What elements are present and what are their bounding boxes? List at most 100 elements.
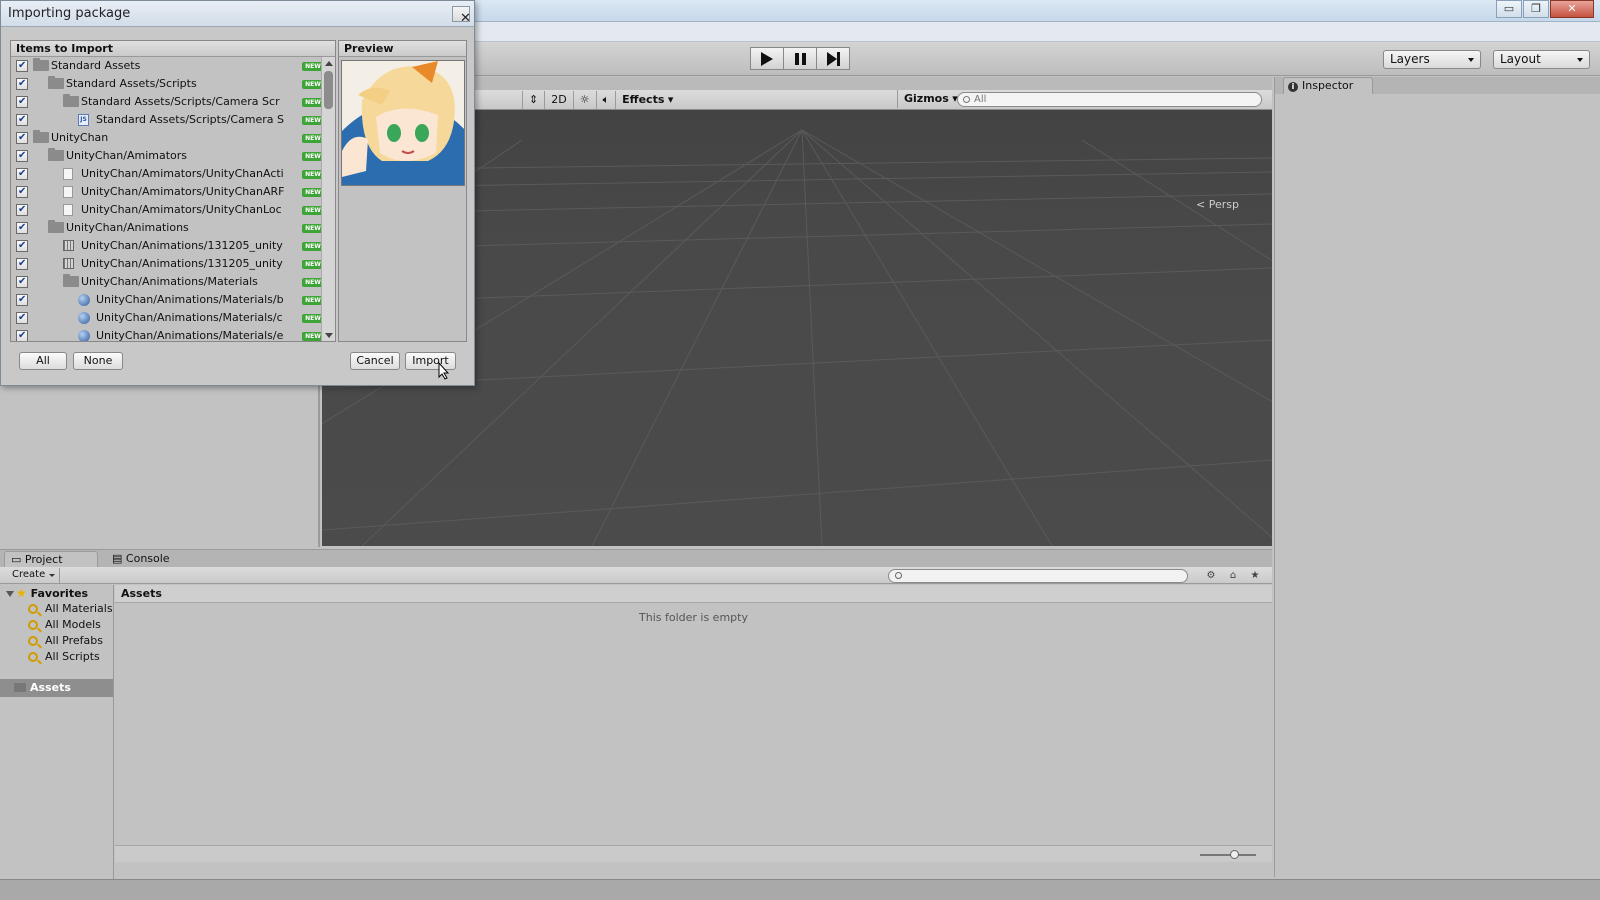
include-checkbox[interactable]	[16, 93, 28, 111]
include-checkbox[interactable]	[16, 255, 28, 273]
include-checkbox[interactable]	[16, 111, 28, 129]
import-item-label: UnityChan/Animations/Materials/b	[96, 293, 284, 306]
tree-item-assets[interactable]: Assets	[0, 679, 113, 697]
cancel-button[interactable]: Cancel	[350, 352, 400, 370]
scene-lighting-toggle[interactable]: ☼	[572, 90, 596, 109]
import-item-row[interactable]: UnityChan/Amimators/UnityChanARFNEW	[11, 183, 335, 201]
filter-by-label-icon[interactable]: ⌂	[1224, 569, 1242, 582]
folder-icon	[48, 220, 64, 233]
include-checkbox[interactable]	[16, 183, 28, 201]
include-checkbox[interactable]	[16, 309, 28, 327]
scene-audio-toggle[interactable]: 🔈︎	[595, 90, 616, 109]
favorites-label: Favorites	[30, 587, 89, 600]
layout-dropdown[interactable]: Layout	[1493, 50, 1590, 69]
scroll-thumb[interactable]	[324, 71, 333, 109]
import-item-row[interactable]: JSStandard Assets/Scripts/Camera SNEW	[11, 111, 335, 129]
import-item-row[interactable]: UnityChan/Animations/MaterialsNEW	[11, 273, 335, 291]
import-item-row[interactable]: UnityChan/AmimatorsNEW	[11, 147, 335, 165]
folder-icon	[14, 683, 26, 692]
import-item-label: UnityChan/Amimators/UnityChanARF	[81, 185, 285, 198]
include-checkbox[interactable]	[16, 165, 28, 183]
create-dropdown[interactable]: Create	[6, 568, 61, 583]
speaker-icon: 🔈︎	[602, 92, 610, 106]
material-icon	[78, 330, 90, 341]
tab-console-label: Console	[125, 552, 170, 565]
project-toolbar: Create ⚙ ⌂ ★	[0, 567, 1272, 584]
inspector-tabbar: i Inspector	[1275, 77, 1600, 94]
items-scrollbar[interactable]	[321, 57, 335, 341]
folder-icon: ▭	[11, 553, 22, 566]
import-item-row[interactable]: Standard Assets/ScriptsNEW	[11, 75, 335, 93]
package-preview-image	[341, 60, 465, 186]
dialog-title: Importing package	[8, 6, 131, 21]
layers-dropdown[interactable]: Layers	[1383, 50, 1481, 69]
playback-controls	[750, 47, 850, 70]
include-checkbox[interactable]	[16, 291, 28, 309]
search-icon	[28, 636, 38, 646]
favorite-item[interactable]: All Materials	[0, 601, 113, 617]
import-item-row[interactable]: UnityChan/Amimators/UnityChanActiNEW	[11, 165, 335, 183]
maximize-button[interactable]: ❐	[1523, 0, 1549, 18]
import-item-row[interactable]: UnityChan/Animations/131205_unityNEW	[11, 237, 335, 255]
import-item-label: UnityChan/Animations/131205_unity	[81, 239, 283, 252]
include-checkbox[interactable]	[16, 147, 28, 165]
favorite-star-icon[interactable]: ★	[1246, 569, 1264, 582]
import-item-label: UnityChan	[51, 131, 109, 144]
pause-button[interactable]	[783, 47, 817, 70]
close-icon: ✕	[460, 11, 471, 26]
tab-console[interactable]: ▤ Console	[106, 551, 176, 567]
favorite-item[interactable]: All Prefabs	[0, 633, 113, 649]
import-item-row[interactable]: Standard AssetsNEW	[11, 57, 335, 75]
favorites-header[interactable]: ★ Favorites	[0, 585, 113, 601]
import-item-row[interactable]: UnityChan/Animations/Materials/bNEW	[11, 291, 335, 309]
import-item-row[interactable]: UnityChan/Animations/Materials/cNEW	[11, 309, 335, 327]
project-panel: ▭ Project ▤ Console Create ⚙ ⌂ ★ ★ Favor…	[0, 549, 1272, 880]
minimize-button[interactable]: ▭	[1496, 0, 1522, 18]
tab-project[interactable]: ▭ Project	[4, 551, 98, 567]
mode-2d-toggle[interactable]: 2D	[544, 90, 572, 109]
step-button[interactable]	[816, 47, 850, 70]
play-button[interactable]	[750, 47, 784, 70]
filter-by-type-icon[interactable]: ⚙	[1202, 569, 1220, 582]
search-icon	[28, 620, 38, 630]
scene-search-input[interactable]: All	[957, 92, 1262, 107]
scroll-down-icon[interactable]	[325, 333, 333, 338]
star-icon: ★	[16, 586, 27, 600]
import-item-row[interactable]: UnityChan/AnimationsNEW	[11, 219, 335, 237]
slider-handle[interactable]	[1230, 850, 1239, 859]
include-checkbox[interactable]	[16, 273, 28, 291]
gizmos-dropdown[interactable]: Gizmos ▾	[897, 90, 964, 108]
favorite-item[interactable]: All Scripts	[0, 649, 113, 665]
include-checkbox[interactable]	[16, 237, 28, 255]
dialog-close-button[interactable]: ✕	[452, 6, 471, 26]
import-item-row[interactable]: Standard Assets/Scripts/Camera ScrNEW	[11, 93, 335, 111]
tab-inspector[interactable]: i Inspector	[1283, 77, 1373, 94]
render-mode-dropdown[interactable]: ⇕	[522, 90, 544, 109]
include-checkbox[interactable]	[16, 219, 28, 237]
material-icon	[78, 294, 90, 306]
effects-dropdown[interactable]: Effects ▾	[615, 90, 679, 109]
import-item-row[interactable]: UnityChan/Animations/Materials/eNEW	[11, 327, 335, 341]
persp-label[interactable]: < Persp	[1196, 198, 1239, 211]
chevron-down-icon	[1468, 58, 1474, 62]
import-item-row[interactable]: UnityChanNEW	[11, 129, 335, 147]
include-checkbox[interactable]	[16, 327, 28, 341]
include-checkbox[interactable]	[16, 201, 28, 219]
import-item-label: UnityChan/Amimators	[66, 149, 188, 162]
gizmos-label: Gizmos	[904, 92, 949, 105]
icon-size-slider[interactable]	[1200, 850, 1256, 859]
include-checkbox[interactable]	[16, 57, 28, 75]
select-all-button[interactable]: All	[19, 352, 67, 370]
import-item-row[interactable]: UnityChan/Amimators/UnityChanLocNEW	[11, 201, 335, 219]
include-checkbox[interactable]	[16, 129, 28, 147]
favorite-item[interactable]: All Models	[0, 617, 113, 633]
import-item-row[interactable]: UnityChan/Animations/131205_unityNEW	[11, 255, 335, 273]
include-checkbox[interactable]	[16, 75, 28, 93]
scroll-up-icon[interactable]	[325, 61, 333, 66]
close-window-button[interactable]: ✕	[1550, 0, 1594, 18]
select-none-button[interactable]: None	[73, 352, 123, 370]
file-icon	[63, 168, 73, 180]
project-search-input[interactable]	[888, 569, 1188, 583]
content-breadcrumb[interactable]: Assets	[115, 585, 1272, 603]
import-item-label: UnityChan/Animations/Materials	[81, 275, 258, 288]
